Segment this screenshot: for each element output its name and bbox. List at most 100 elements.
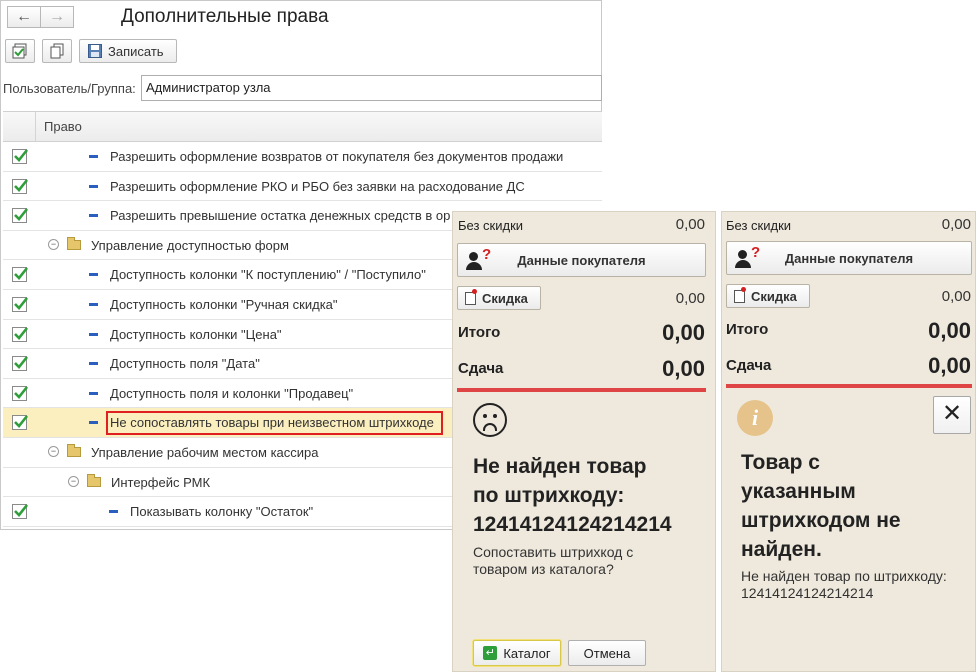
checkmark-icon [14, 297, 29, 310]
row-label: Доступность колонки "Ручная скидка" [110, 296, 338, 312]
toolbar: Записать [5, 39, 184, 63]
row-checkbox[interactable] [12, 385, 29, 401]
row-checkbox[interactable] [12, 208, 29, 224]
checkmark-icon [14, 178, 29, 192]
copy-button[interactable] [42, 39, 72, 63]
user-group-field[interactable]: Администратор узла [141, 75, 602, 101]
arrow-right-icon: → [49, 8, 65, 25]
user-group-label: Пользователь/Группа: [3, 81, 136, 96]
row-label: Разрешить оформление возвратов от покупа… [110, 149, 564, 164]
arrow-left-icon: ← [16, 8, 32, 25]
catalog-button[interactable]: ↵ Каталог [473, 640, 561, 666]
customer-data-button[interactable]: ? Данные покупателя [726, 241, 972, 275]
item-marker-icon [89, 332, 98, 336]
discount-button[interactable]: Скидка [726, 284, 810, 308]
row-checkbox[interactable] [12, 356, 29, 372]
back-button[interactable]: ← [7, 6, 41, 28]
row-checkbox[interactable] [12, 149, 29, 164]
customer-data-label: Данные покупателя [517, 253, 646, 268]
item-marker-icon [109, 510, 118, 514]
total-value: 0,00 [928, 318, 971, 343]
not-found-detail-line: 12414124124214214 [741, 585, 874, 601]
not-found-title: Товар с указанным штрихкодом не найден. [741, 448, 901, 564]
close-button[interactable]: ✕ [933, 396, 971, 434]
cancel-button[interactable]: Отмена [568, 640, 646, 666]
not-found-title-line: указанным [741, 480, 856, 503]
discount-icon [734, 287, 746, 303]
checkmark-icon [14, 326, 29, 340]
not-found-title-line: Товар с [741, 451, 820, 474]
match-question-line: товаром из каталога? [473, 561, 614, 577]
row-label: Доступность поля "Дата" [110, 356, 260, 372]
checkmark-icon [14, 504, 29, 518]
right-column-header: Право [44, 119, 82, 134]
row-checkbox[interactable] [12, 415, 29, 431]
save-button[interactable]: Записать [79, 39, 177, 63]
row-checkbox[interactable] [12, 326, 29, 342]
discount-icon [465, 289, 477, 305]
discount-button[interactable]: Скидка [457, 286, 541, 310]
collapse-toggle-icon[interactable]: − [48, 445, 59, 457]
item-marker-icon [89, 362, 98, 366]
item-marker-icon [89, 302, 98, 306]
item-marker-icon [89, 421, 98, 425]
catalog-label: Каталог [503, 645, 551, 661]
divider-line [726, 384, 972, 388]
not-found-detail: Не найден товар по штрихкоду: 1241412412… [741, 568, 947, 602]
item-marker-icon [89, 184, 98, 188]
highlight-frame [106, 411, 443, 436]
save-button-label: Записать [108, 43, 164, 59]
match-question-line: Сопоставить штрихкод с [473, 544, 634, 560]
folder-icon [67, 443, 81, 457]
collapse-toggle-icon[interactable]: − [48, 238, 59, 250]
pos-panel-not-found: Без скидки 0,00 ? Данные покупателя Скид… [721, 211, 976, 672]
row-checkbox[interactable] [12, 267, 29, 283]
catalog-icon: ↵ [483, 646, 498, 660]
item-marker-icon [89, 214, 98, 218]
check-column-header [3, 112, 36, 141]
change-value: 0,00 [928, 353, 971, 378]
group-label: Управление рабочим местом кассира [91, 444, 319, 460]
row-label: Доступность колонки "Цена" [110, 326, 282, 342]
discount-value: 0,00 [675, 290, 705, 307]
info-icon: i [737, 400, 773, 436]
table-row[interactable]: Разрешить оформление РКО и РБО без заявк… [3, 171, 602, 202]
row-checkbox[interactable] [12, 296, 29, 312]
row-checkbox[interactable] [12, 504, 29, 520]
no-discount-label: Без скидки [458, 218, 524, 233]
nav-buttons: ← → [7, 6, 74, 28]
copy-icon [50, 43, 64, 59]
table-row[interactable]: Разрешить оформление возвратов от покупа… [3, 142, 602, 172]
window-title: Дополнительные права [121, 6, 329, 27]
save-and-close-button[interactable] [5, 39, 35, 63]
not-found-title: Не найден товар по штрихкоду: 1241412412… [473, 452, 672, 539]
no-discount-value: 0,00 [941, 216, 971, 233]
floppy-disk-icon [88, 44, 102, 58]
match-question: Сопоставить штрихкод с товаром из катало… [473, 544, 633, 578]
folder-icon [87, 473, 101, 487]
not-found-title-line: штрихкодом не [741, 509, 901, 532]
checkmark-icon [14, 149, 29, 162]
item-marker-icon [89, 273, 98, 277]
discount-value: 0,00 [941, 288, 971, 305]
row-label: Разрешить оформление РКО и РБО без заявк… [110, 178, 525, 194]
forward-button[interactable]: → [40, 6, 74, 28]
checkmark-icon [14, 267, 29, 281]
customer-data-label: Данные покупателя [784, 251, 914, 266]
checkmark-icon [14, 415, 29, 429]
row-checkbox[interactable] [12, 178, 29, 194]
discount-label: Скидка [751, 288, 797, 304]
not-found-title-line: по штрихкоду: [473, 484, 625, 507]
not-found-title-line: найден. [741, 538, 822, 561]
customer-data-button[interactable]: ? Данные покупателя [457, 243, 706, 277]
item-marker-icon [89, 391, 98, 395]
folder-icon [67, 236, 81, 250]
checkmark-icon [14, 385, 29, 399]
row-label: Доступность поля и колонки "Продавец" [110, 385, 354, 401]
change-label: Сдача [458, 360, 504, 377]
change-value: 0,00 [662, 356, 705, 381]
not-found-detail-line: Не найден товар по штрихкоду: [741, 568, 947, 584]
collapse-toggle-icon[interactable]: − [68, 475, 79, 487]
save-close-icon [12, 43, 27, 59]
sad-face-icon [473, 403, 507, 437]
